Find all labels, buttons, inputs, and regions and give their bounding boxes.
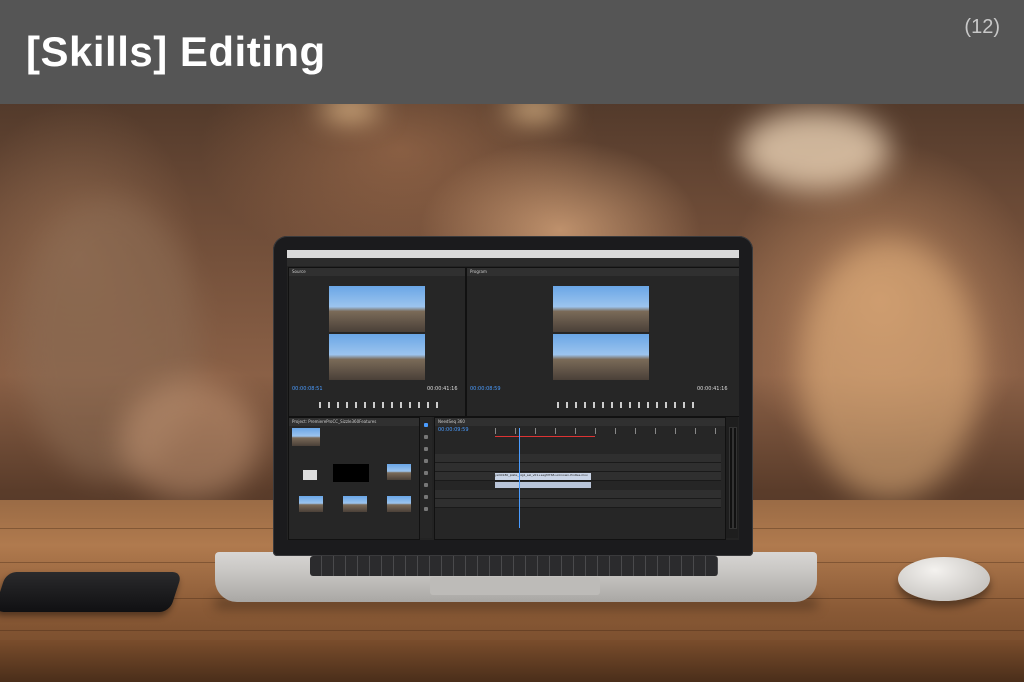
source-video-frame-top bbox=[329, 286, 425, 332]
source-monitor-tab[interactable]: Source bbox=[289, 268, 465, 276]
window-light-blur bbox=[740, 110, 890, 190]
ripple-edit-tool-icon[interactable] bbox=[424, 447, 428, 451]
tools-panel bbox=[420, 417, 432, 538]
timeline-panel: NeedSeq 360 00:00:09:59 yeti0180_plate_b… bbox=[434, 417, 726, 540]
project-black-clip[interactable] bbox=[333, 464, 369, 482]
source-monitor: Source 00:00:08:51 00:00:41:16 bbox=[288, 267, 466, 417]
timeline-audio-clip[interactable] bbox=[495, 482, 591, 488]
audio-meter-bar bbox=[733, 427, 737, 529]
program-video-frame-bottom bbox=[553, 334, 649, 380]
selection-tool-icon[interactable] bbox=[424, 423, 428, 427]
work-area-bar[interactable] bbox=[495, 436, 595, 437]
project-preview-thumbnail bbox=[292, 428, 320, 446]
slide-title: [Skills] Editing bbox=[26, 28, 326, 75]
project-clip-thumbnail[interactable] bbox=[343, 496, 367, 512]
project-clip-thumbnail[interactable] bbox=[387, 496, 411, 512]
smartphone bbox=[0, 572, 183, 612]
laptop-trackpad bbox=[430, 577, 600, 595]
mac-menu-bar: Premiere Pro CC File Edit Clip Sequence … bbox=[287, 250, 739, 266]
project-panel: Project: PremiereProCC_Sizzle360Features bbox=[288, 417, 420, 540]
type-tool-icon[interactable] bbox=[424, 507, 428, 511]
program-transport-controls[interactable] bbox=[557, 402, 697, 408]
slip-tool-icon[interactable] bbox=[424, 471, 428, 475]
pen-tool-icon[interactable] bbox=[424, 483, 428, 487]
program-duration: 00:00:41:16 bbox=[697, 386, 728, 392]
program-video-frame-top bbox=[553, 286, 649, 332]
wall-blur bbox=[800, 240, 980, 500]
project-bin-folder[interactable] bbox=[303, 470, 317, 480]
workspace-bar: All Panels Assembly Editing Color Effect… bbox=[287, 258, 739, 274]
source-duration: 00:00:41:16 bbox=[427, 386, 458, 392]
project-clip-thumbnail[interactable] bbox=[387, 464, 411, 480]
program-monitor: Program 00:00:08:59 00:00:41:16 bbox=[466, 267, 739, 417]
timeline-tab[interactable]: NeedSeq 360 bbox=[435, 418, 725, 426]
audio-track-a2[interactable] bbox=[435, 499, 721, 508]
video-track-v3[interactable] bbox=[435, 454, 721, 463]
audio-track-a1[interactable] bbox=[435, 490, 721, 499]
project-tab[interactable]: Project: PremiereProCC_Sizzle360Features bbox=[289, 418, 419, 426]
project-clip-thumbnail[interactable] bbox=[299, 496, 323, 512]
source-transport-controls[interactable] bbox=[319, 402, 439, 408]
razor-tool-icon[interactable] bbox=[424, 459, 428, 463]
timeline-video-clip[interactable]: yeti0180_plate_big1_sel_v01+segM768-unkn… bbox=[495, 473, 591, 480]
timeline-ruler[interactable] bbox=[495, 428, 720, 434]
source-video-frame-bottom bbox=[329, 334, 425, 380]
laptop-keyboard bbox=[310, 556, 718, 576]
program-timecode: 00:00:08:59 bbox=[470, 386, 501, 392]
video-track-v2[interactable] bbox=[435, 463, 721, 472]
hand-tool-icon[interactable] bbox=[424, 495, 428, 499]
laptop-screen: Premiere Pro CC File Edit Clip Sequence … bbox=[287, 250, 739, 540]
table-edge bbox=[0, 640, 1024, 682]
program-monitor-tab[interactable]: Program bbox=[467, 268, 739, 276]
track-select-tool-icon[interactable] bbox=[424, 435, 428, 439]
slide-header: [Skills] Editing (12) bbox=[0, 0, 1024, 104]
source-timecode: 00:00:08:51 bbox=[292, 386, 323, 392]
page-number: (12) bbox=[964, 16, 1000, 38]
person-blur bbox=[120, 380, 260, 500]
timeline-playhead[interactable] bbox=[519, 428, 520, 528]
audio-meters bbox=[726, 417, 738, 538]
mouse bbox=[898, 557, 990, 601]
timeline-timecode: 00:00:09:59 bbox=[438, 427, 469, 433]
